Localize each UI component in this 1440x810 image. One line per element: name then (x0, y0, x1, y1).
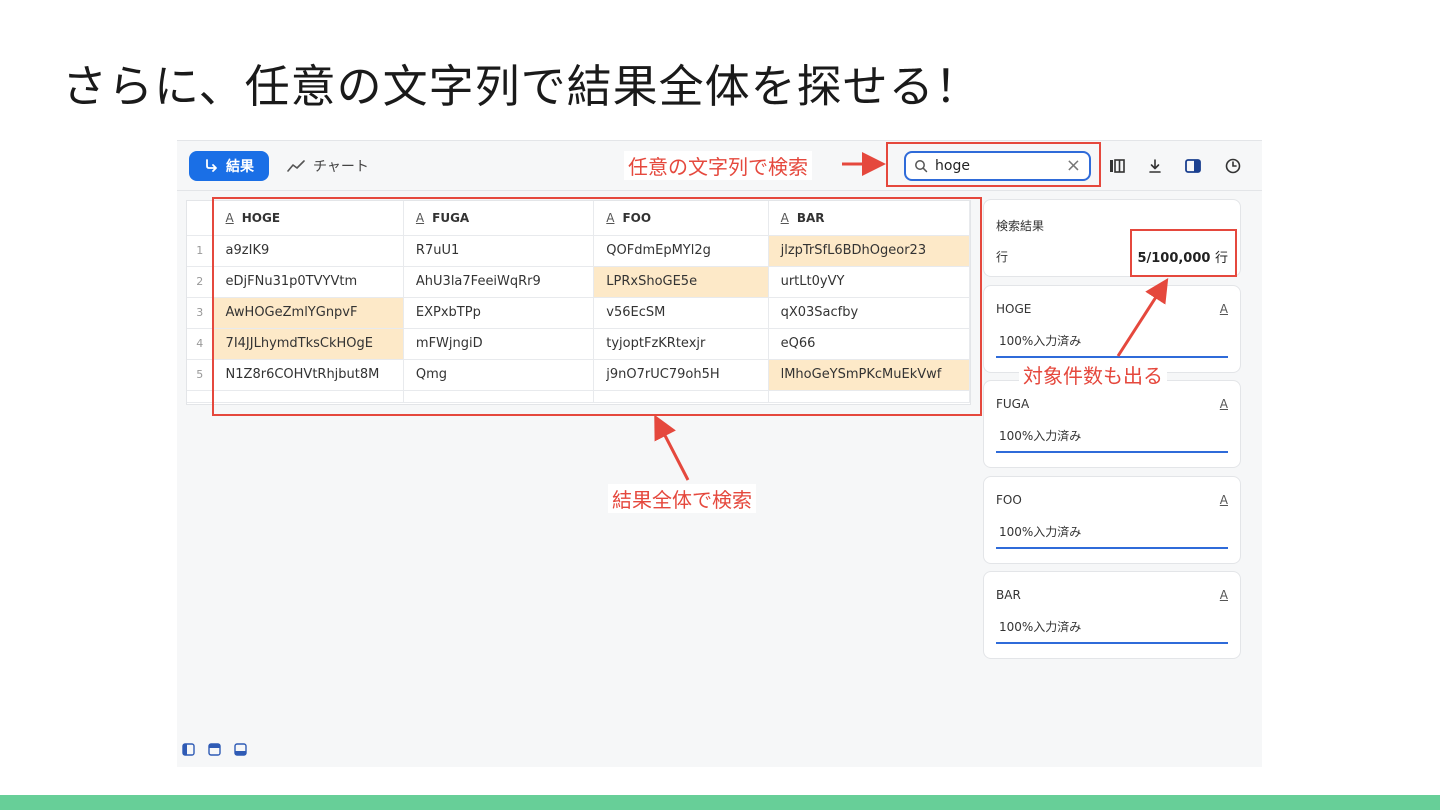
row-number: 1 (187, 235, 214, 267)
row-number: 3 (187, 297, 214, 329)
results-button[interactable]: 結果 (189, 151, 269, 181)
fill-rate-bar (996, 356, 1228, 358)
panel-toggle-icon[interactable] (1182, 155, 1204, 177)
table-highlight-box (212, 197, 982, 416)
layout-bottom-icon[interactable] (234, 743, 247, 756)
column-fill-rate: 100%入力済み (999, 620, 1082, 634)
columns-icon[interactable] (1106, 155, 1128, 177)
count-annotation: 対象件数も出る (1019, 360, 1167, 389)
text-type-icon: A (1219, 302, 1228, 316)
line-chart-icon (287, 160, 305, 172)
search-annotation: 任意の文字列で検索 (624, 151, 812, 180)
column-summary-fuga[interactable]: FUGA A 100%入力済み (983, 380, 1241, 468)
row-number: 4 (187, 328, 214, 360)
history-icon[interactable] (1222, 155, 1244, 177)
row-number: 2 (187, 266, 214, 298)
table-annotation: 結果全体で検索 (608, 484, 756, 513)
return-arrow-icon (206, 159, 217, 172)
chart-button-label: チャート (313, 159, 369, 175)
layout-left-icon[interactable] (182, 743, 195, 756)
chart-button[interactable]: チャート (287, 151, 369, 181)
text-type-icon: A (1219, 397, 1228, 411)
column-summary-title: HOGE (996, 302, 1032, 316)
column-fill-rate: 100%入力済み (999, 525, 1082, 539)
text-type-icon: A (1219, 493, 1228, 507)
layout-top-icon[interactable] (208, 743, 221, 756)
count-highlight-box (1130, 229, 1237, 277)
column-fill-rate: 100%入力済み (999, 334, 1082, 348)
search-highlight-box (886, 142, 1101, 187)
download-icon[interactable] (1144, 155, 1166, 177)
fill-rate-bar (996, 547, 1228, 549)
fill-rate-bar (996, 642, 1228, 644)
row-label: 行 (996, 250, 1009, 264)
results-button-label: 結果 (226, 159, 254, 175)
column-summary-title: BAR (996, 588, 1021, 602)
column-summary-foo[interactable]: FOO A 100%入力済み (983, 476, 1241, 564)
slide-title: さらに、任意の文字列で結果全体を探せる！ (62, 60, 981, 113)
text-type-icon: A (1219, 588, 1228, 602)
footer-strip (0, 795, 1440, 810)
column-summary-title: FUGA (996, 397, 1030, 411)
row-number: 5 (187, 359, 214, 391)
column-summary-title: FOO (996, 493, 1022, 507)
fill-rate-bar (996, 451, 1228, 453)
layout-switcher (182, 743, 247, 756)
column-fill-rate: 100%入力済み (999, 429, 1082, 443)
search-summary-title: 検索結果 (996, 219, 1045, 233)
row-number-header (187, 201, 214, 236)
column-summary-bar[interactable]: BAR A 100%入力済み (983, 571, 1241, 659)
